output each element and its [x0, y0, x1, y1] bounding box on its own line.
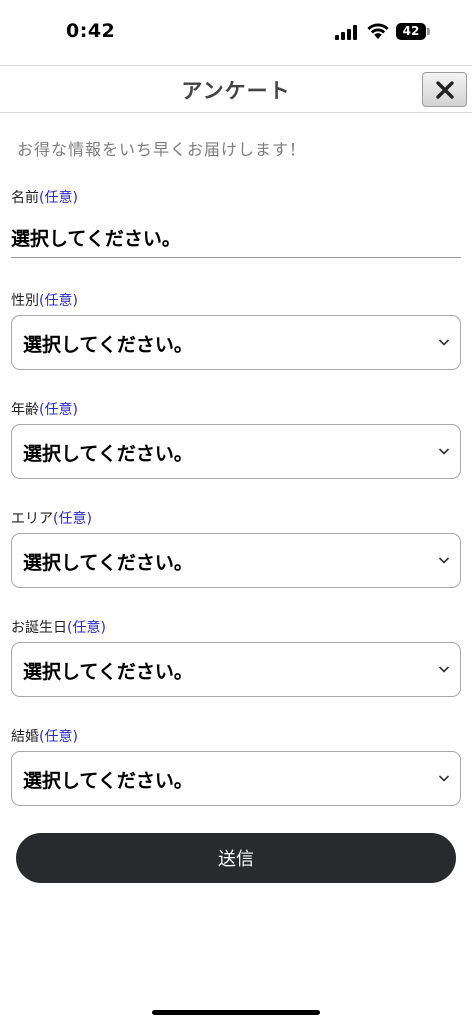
optional-tag: (任意): [39, 190, 78, 206]
age-select[interactable]: 選択してください。: [11, 424, 461, 479]
battery-icon: 42: [396, 23, 430, 40]
field-label-text: 性別: [11, 293, 39, 309]
area-select[interactable]: 選択してください。: [11, 533, 461, 588]
select-value: 選択してください。: [23, 334, 193, 356]
chevron-down-icon: [438, 666, 450, 673]
name-label: 名前(任意): [11, 187, 78, 207]
submit-button[interactable]: 送信: [16, 833, 456, 883]
home-indicator[interactable]: [152, 1010, 320, 1015]
age-label: 年齢(任意): [11, 399, 78, 419]
marriage-label: 結婚(任意): [11, 726, 78, 746]
submit-label: 送信: [218, 849, 254, 870]
chevron-down-icon: [438, 448, 450, 455]
field-label-text: 名前: [11, 190, 39, 206]
field-label-text: 年齢: [11, 402, 39, 418]
field-label-text: エリア: [11, 511, 53, 527]
field-label-text: 結婚: [11, 729, 39, 745]
name-input[interactable]: 選択してください。: [11, 222, 461, 258]
area-label: エリア(任意): [11, 508, 92, 528]
select-value: 選択してください。: [23, 661, 193, 683]
marriage-select[interactable]: 選択してください。: [11, 751, 461, 806]
page-title: アンケート: [181, 79, 291, 103]
subtitle: お得な情報をいち早くお届けします！: [17, 140, 307, 159]
chevron-down-icon: [438, 775, 450, 782]
select-value: 選択してください。: [23, 770, 193, 792]
chevron-down-icon: [438, 339, 450, 346]
status-time: 0:42: [66, 20, 116, 42]
signal-icon: [335, 24, 359, 40]
optional-tag: (任意): [67, 620, 106, 636]
battery-level: 42: [402, 24, 420, 38]
close-button[interactable]: [422, 72, 467, 107]
header: アンケート: [0, 65, 472, 113]
close-icon: [435, 80, 454, 99]
optional-tag: (任意): [39, 402, 78, 418]
optional-tag: (任意): [53, 511, 92, 527]
select-value: 選択してください。: [23, 552, 193, 574]
field-label-text: お誕生日: [11, 620, 67, 636]
select-value: 選択してください。: [23, 443, 193, 465]
wifi-icon: [366, 22, 390, 40]
optional-tag: (任意): [39, 293, 78, 309]
chevron-down-icon: [438, 557, 450, 564]
status-bar: 0:42 42: [0, 0, 472, 64]
optional-tag: (任意): [39, 729, 78, 745]
gender-label: 性別(任意): [11, 290, 78, 310]
birthday-label: お誕生日(任意): [11, 617, 106, 637]
gender-select[interactable]: 選択してください。: [11, 315, 461, 370]
birthday-select[interactable]: 選択してください。: [11, 642, 461, 697]
